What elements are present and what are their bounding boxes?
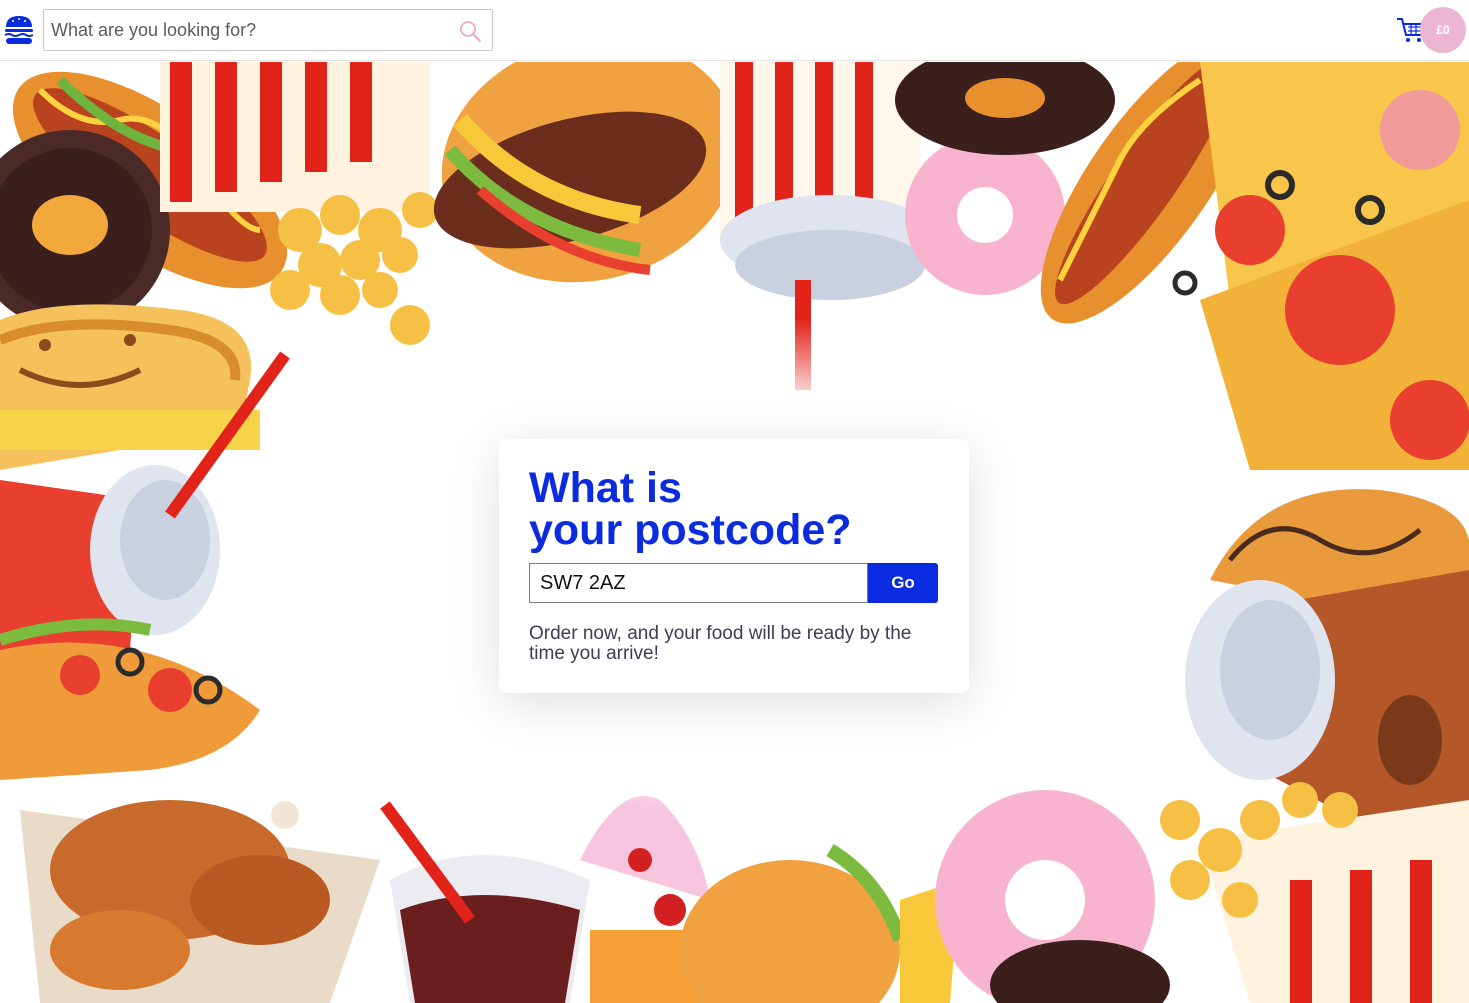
cart-total-badge[interactable]: £0 (1420, 7, 1466, 53)
taco-illustration (0, 618, 260, 780)
popcorn-illustration (270, 192, 438, 345)
burger-icon[interactable] (4, 14, 34, 46)
burger-bottom-illustration (680, 843, 960, 1003)
search-input[interactable] (44, 10, 444, 50)
postcode-title: What is your postcode? (529, 464, 949, 554)
popcorn-box-illustration (1160, 782, 1469, 1003)
top-bar: £0 (0, 0, 1469, 61)
chicken-bucket-illustration (20, 800, 380, 1003)
postcode-title-line1: What is (529, 464, 682, 512)
cola-glass-illustration (380, 801, 590, 1003)
go-button[interactable]: Go (868, 563, 938, 603)
pizza-illustration (1172, 62, 1469, 470)
search-icon[interactable] (458, 19, 482, 43)
postcode-input[interactable] (529, 563, 868, 603)
fries-box-illustration (160, 62, 430, 212)
search-bar (43, 9, 493, 51)
pink-donut-bottom-illustration (935, 790, 1170, 1003)
postcode-card: What is your postcode? Go Order now, and… (499, 439, 969, 693)
postcode-title-line2: your postcode? (529, 506, 852, 554)
postcode-description: Order now, and your food will be ready b… (529, 623, 912, 664)
